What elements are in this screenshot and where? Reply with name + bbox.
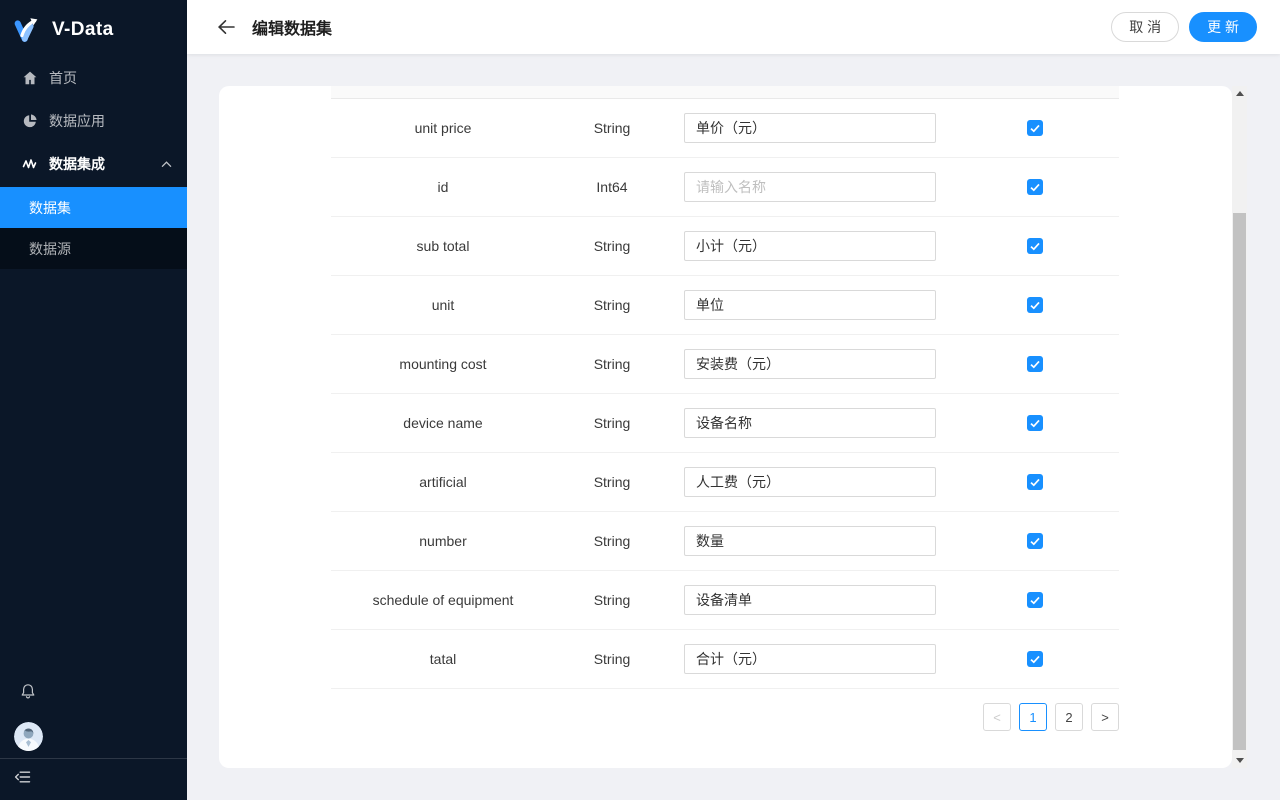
field-type: Int64 <box>596 179 628 195</box>
back-arrow-icon[interactable] <box>217 19 235 35</box>
field-alias-input[interactable] <box>684 290 936 320</box>
sidebar-submenu: 数据集 数据源 <box>0 187 187 269</box>
field-type: String <box>593 533 631 549</box>
field-name: artificial <box>419 474 467 490</box>
pulse-icon <box>22 156 38 172</box>
field-alias-input[interactable] <box>684 526 936 556</box>
sidebar-item-label: 首页 <box>49 70 77 86</box>
table-row: schedule of equipment String <box>331 571 1119 630</box>
pagination-page-2[interactable]: 2 <box>1055 703 1083 731</box>
pagination-prev-button[interactable]: < <box>983 703 1011 731</box>
field-name: schedule of equipment <box>372 592 514 608</box>
logo-icon <box>13 15 43 45</box>
topbar-actions: 取 消 更 新 <box>1111 12 1257 42</box>
edit-dataset-card: unit price String id Int64 sub total Str… <box>219 86 1232 768</box>
field-alias-input[interactable] <box>684 585 936 615</box>
field-name: unit <box>431 297 455 313</box>
avatar[interactable] <box>14 722 43 751</box>
app-logo[interactable]: V-Data <box>0 0 187 58</box>
bell-icon[interactable] <box>20 683 36 705</box>
field-name: mounting cost <box>399 356 487 372</box>
row-checkbox[interactable] <box>1027 651 1043 667</box>
vertical-scrollbar[interactable] <box>1232 86 1247 768</box>
sidebar-item-home[interactable]: 首页 <box>0 58 187 98</box>
sidebar-item-label: 数据源 <box>29 240 71 257</box>
menu-fold-icon[interactable] <box>14 769 31 790</box>
row-checkbox[interactable] <box>1027 474 1043 490</box>
sidebar-item-datasource[interactable]: 数据源 <box>0 228 187 269</box>
pie-chart-icon <box>22 113 38 129</box>
row-checkbox[interactable] <box>1027 356 1043 372</box>
table-row: unit price String <box>331 99 1119 158</box>
field-type: String <box>593 415 631 431</box>
field-type: String <box>593 297 631 313</box>
field-alias-input[interactable] <box>684 408 936 438</box>
field-type: String <box>593 356 631 372</box>
field-alias-input[interactable] <box>684 644 936 674</box>
table-row: artificial String <box>331 453 1119 512</box>
field-name: tatal <box>429 651 457 667</box>
scroll-up-arrow-icon[interactable] <box>1232 86 1247 101</box>
scroll-down-arrow-icon[interactable] <box>1232 753 1247 768</box>
field-name: unit price <box>414 120 472 136</box>
field-name: id <box>437 179 449 195</box>
table-row: sub total String <box>331 217 1119 276</box>
field-type: String <box>593 592 631 608</box>
field-type: String <box>593 120 631 136</box>
field-name: device name <box>403 415 483 431</box>
field-alias-input[interactable] <box>684 113 936 143</box>
scrollbar-thumb[interactable] <box>1233 213 1246 750</box>
sidebar-item-label: 数据应用 <box>49 113 105 129</box>
chevron-up-icon <box>161 160 172 168</box>
row-checkbox[interactable] <box>1027 415 1043 431</box>
table-row: number String <box>331 512 1119 571</box>
row-checkbox[interactable] <box>1027 297 1043 313</box>
field-type: String <box>593 238 631 254</box>
content: unit price String id Int64 sub total Str… <box>187 54 1280 800</box>
fields-table: unit price String id Int64 sub total Str… <box>331 86 1119 689</box>
sidebar-item-label: 数据集成 <box>49 156 105 172</box>
table-header-strip <box>331 86 1119 99</box>
sidebar-divider <box>0 758 187 759</box>
field-type: String <box>593 474 631 490</box>
page-title: 编辑数据集 <box>252 21 333 38</box>
pagination-page-1[interactable]: 1 <box>1019 703 1047 731</box>
row-checkbox[interactable] <box>1027 238 1043 254</box>
table-row: id Int64 <box>331 158 1119 217</box>
sidebar: V-Data 首页 数据应用 数据集成 数据集 数据源 <box>0 0 187 800</box>
sidebar-nav: 首页 数据应用 数据集成 数据集 数据源 <box>0 58 187 269</box>
field-alias-input[interactable] <box>684 349 936 379</box>
table-row: unit String <box>331 276 1119 335</box>
logo-text: V-Data <box>52 19 114 40</box>
update-button[interactable]: 更 新 <box>1189 12 1257 42</box>
row-checkbox[interactable] <box>1027 120 1043 136</box>
field-name: sub total <box>416 238 470 254</box>
sidebar-item-label: 数据集 <box>29 199 71 216</box>
sidebar-item-data-integration[interactable]: 数据集成 <box>0 144 187 184</box>
field-alias-input[interactable] <box>684 467 936 497</box>
topbar: 编辑数据集 取 消 更 新 <box>187 0 1280 54</box>
home-icon <box>22 70 38 86</box>
row-checkbox[interactable] <box>1027 592 1043 608</box>
table-row: device name String <box>331 394 1119 453</box>
sidebar-item-data-apps[interactable]: 数据应用 <box>0 101 187 141</box>
field-alias-input[interactable] <box>684 231 936 261</box>
sidebar-item-dataset[interactable]: 数据集 <box>0 187 187 228</box>
row-checkbox[interactable] <box>1027 179 1043 195</box>
cancel-button[interactable]: 取 消 <box>1111 12 1180 42</box>
table-row: mounting cost String <box>331 335 1119 394</box>
field-alias-input[interactable] <box>684 172 936 202</box>
pagination-next-button[interactable]: > <box>1091 703 1119 731</box>
main-area: 编辑数据集 取 消 更 新 unit price String id Int64 <box>187 0 1280 800</box>
table-row: tatal String <box>331 630 1119 689</box>
field-type: String <box>593 651 631 667</box>
pagination: < 1 2 > <box>219 703 1119 731</box>
row-checkbox[interactable] <box>1027 533 1043 549</box>
field-name: number <box>419 533 467 549</box>
